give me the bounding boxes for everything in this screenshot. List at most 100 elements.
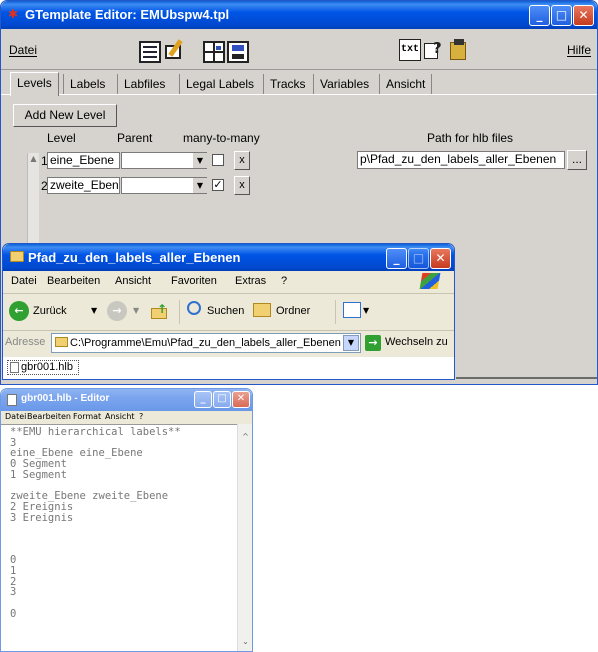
editor-titlebar[interactable]: gbr001.hlb - Editor _ □ ✕: [1, 389, 252, 411]
menu-favoriten[interactable]: Favoriten: [171, 275, 217, 287]
editor-scrollbar[interactable]: ^ ⌄: [237, 424, 252, 651]
level-name-field[interactable]: zweite_Eben: [47, 177, 120, 194]
menu-bearbeiten[interactable]: Bearbeiten: [47, 275, 100, 287]
editor-line: 2: [10, 575, 17, 588]
folders-icon[interactable]: [253, 303, 271, 317]
tab-labfiles[interactable]: Labfiles: [117, 74, 171, 94]
go-arrow-icon[interactable]: →: [365, 335, 381, 351]
level-name-field[interactable]: eine_Ebene: [47, 152, 120, 169]
editor-line: 1: [10, 564, 17, 577]
menu-hilfe[interactable]: Hilfe: [567, 43, 591, 57]
minimize-button[interactable]: _: [529, 5, 550, 26]
editor-title: gbr001.hlb - Editor: [21, 393, 110, 404]
gtemplate-titlebar[interactable]: ✱ GTemplate Editor: EMUbspw4.tpl _ □ ✕: [1, 1, 597, 29]
tab-legal-labels[interactable]: Legal Labels: [179, 74, 260, 94]
menu-format[interactable]: Format: [73, 411, 101, 423]
new-file-icon[interactable]: [139, 41, 161, 63]
scroll-down-icon[interactable]: ⌄: [238, 637, 252, 646]
menu-toolbar: Datei txt ? Hilfe: [1, 29, 597, 70]
explorer-window: Pfad_zu_den_labels_aller_Ebenen _ □ ✕ Da…: [2, 243, 455, 380]
close-button[interactable]: ✕: [573, 5, 594, 26]
explorer-menubar: Datei Bearbeiten Ansicht Favoriten Extra…: [3, 271, 454, 294]
address-label: Adresse: [5, 336, 46, 348]
folder-up-icon[interactable]: ↑: [151, 302, 169, 320]
address-bar: Adresse C:\Programme\Emu\Pfad_zu_den_lab…: [3, 331, 454, 355]
tab-strip-line: [1, 94, 597, 95]
tab-labels[interactable]: Labels: [63, 74, 111, 94]
windows-logo-icon: [419, 273, 441, 289]
scroll-up-icon[interactable]: ▲: [28, 153, 39, 165]
maximize-button[interactable]: □: [551, 5, 572, 26]
explorer-title: Pfad_zu_den_labels_aller_Ebenen: [28, 250, 241, 265]
txt-icon[interactable]: txt: [399, 39, 421, 61]
editor-line: 1 Segment: [10, 468, 67, 481]
maximize-button[interactable]: □: [408, 248, 429, 269]
search-button[interactable]: Suchen: [207, 305, 244, 317]
many-to-many-checkbox[interactable]: [212, 154, 224, 166]
toolbar-separator: [179, 300, 180, 324]
exit-icon[interactable]: [448, 39, 470, 61]
view-icon[interactable]: [343, 302, 361, 318]
browse-button[interactable]: ...: [567, 150, 587, 170]
editor-line: 2 Ereignis: [10, 500, 74, 513]
remove-level-button[interactable]: x: [234, 176, 250, 195]
forward-arrow-icon[interactable]: →: [107, 301, 127, 321]
editor-text-area[interactable]: **EMU hierarchical labels** 3 eine_Ebene e…: [1, 424, 237, 651]
window-bottom-edge: [456, 377, 597, 379]
editor-content: **EMU hierarchical labels** 3 eine_Ebene e…: [1, 425, 237, 619]
menu-help[interactable]: ?: [139, 411, 143, 423]
chevron-down-icon[interactable]: ▼: [192, 178, 207, 193]
tab-variables[interactable]: Variables: [313, 74, 375, 94]
many-to-many-checkbox[interactable]: ✓: [212, 179, 224, 191]
save-icon[interactable]: [227, 41, 249, 63]
add-new-level-button[interactable]: Add New Level: [13, 104, 117, 127]
editor-line: 0: [10, 607, 17, 620]
app-icon: ✱: [8, 7, 19, 21]
folder-icon: [55, 337, 68, 347]
chevron-down-icon[interactable]: ▼: [363, 306, 369, 315]
close-button[interactable]: ✕: [430, 248, 451, 269]
edit-icon[interactable]: [163, 39, 185, 61]
menu-bearbeiten[interactable]: Bearbeiten: [27, 411, 71, 423]
maximize-button[interactable]: □: [213, 391, 231, 408]
column-header-many-to-many: many-to-many: [183, 131, 260, 145]
minimize-button[interactable]: _: [194, 391, 212, 408]
chevron-down-icon[interactable]: ▼: [343, 335, 359, 351]
help-context-icon[interactable]: ?: [424, 39, 446, 61]
menu-ansicht[interactable]: Ansicht: [115, 275, 151, 287]
tab-tracks[interactable]: Tracks: [263, 74, 312, 94]
editor-menubar: Datei Bearbeiten Format Ansicht ?: [1, 411, 252, 423]
levels-scrollbar[interactable]: ▲: [27, 153, 39, 243]
hlb-path-field[interactable]: p\Pfad_zu_den_labels_aller_Ebenen: [357, 151, 565, 169]
back-button[interactable]: Zurück: [33, 305, 67, 317]
go-button[interactable]: Wechseln zu: [385, 336, 448, 348]
tab-levels[interactable]: Levels: [10, 72, 59, 96]
menu-datei[interactable]: Datei: [5, 411, 26, 423]
menu-help[interactable]: ?: [281, 275, 287, 287]
chevron-down-icon[interactable]: ▼: [133, 306, 139, 315]
file-list: gbr001.hlb: [3, 357, 454, 379]
search-icon[interactable]: [187, 301, 201, 315]
explorer-titlebar[interactable]: Pfad_zu_den_labels_aller_Ebenen _ □ ✕: [3, 244, 454, 271]
menu-datei[interactable]: Datei: [9, 43, 37, 57]
folders-button[interactable]: Ordner: [276, 305, 310, 317]
chevron-down-icon[interactable]: ▼: [192, 153, 207, 168]
menu-extras[interactable]: Extras: [235, 275, 266, 287]
split-icon[interactable]: [203, 41, 225, 63]
close-button[interactable]: ✕: [232, 391, 250, 408]
column-header-parent: Parent: [117, 131, 153, 145]
chevron-down-icon[interactable]: ▼: [91, 306, 97, 315]
scroll-up-icon[interactable]: ^: [238, 432, 252, 441]
toolbar-separator: [335, 300, 336, 324]
address-input[interactable]: C:\Programme\Emu\Pfad_zu_den_labels_alle…: [51, 333, 361, 353]
window-title: GTemplate Editor: EMUbspw4.tpl: [25, 7, 230, 22]
back-arrow-icon[interactable]: ←: [9, 301, 29, 321]
list-item[interactable]: gbr001.hlb: [7, 360, 79, 375]
remove-level-button[interactable]: x: [234, 151, 250, 170]
file-name: gbr001.hlb: [21, 361, 73, 373]
menu-datei[interactable]: Datei: [11, 275, 37, 287]
tab-ansicht[interactable]: Ansicht: [379, 74, 433, 94]
minimize-button[interactable]: _: [386, 248, 407, 269]
menu-ansicht[interactable]: Ansicht: [105, 411, 135, 423]
